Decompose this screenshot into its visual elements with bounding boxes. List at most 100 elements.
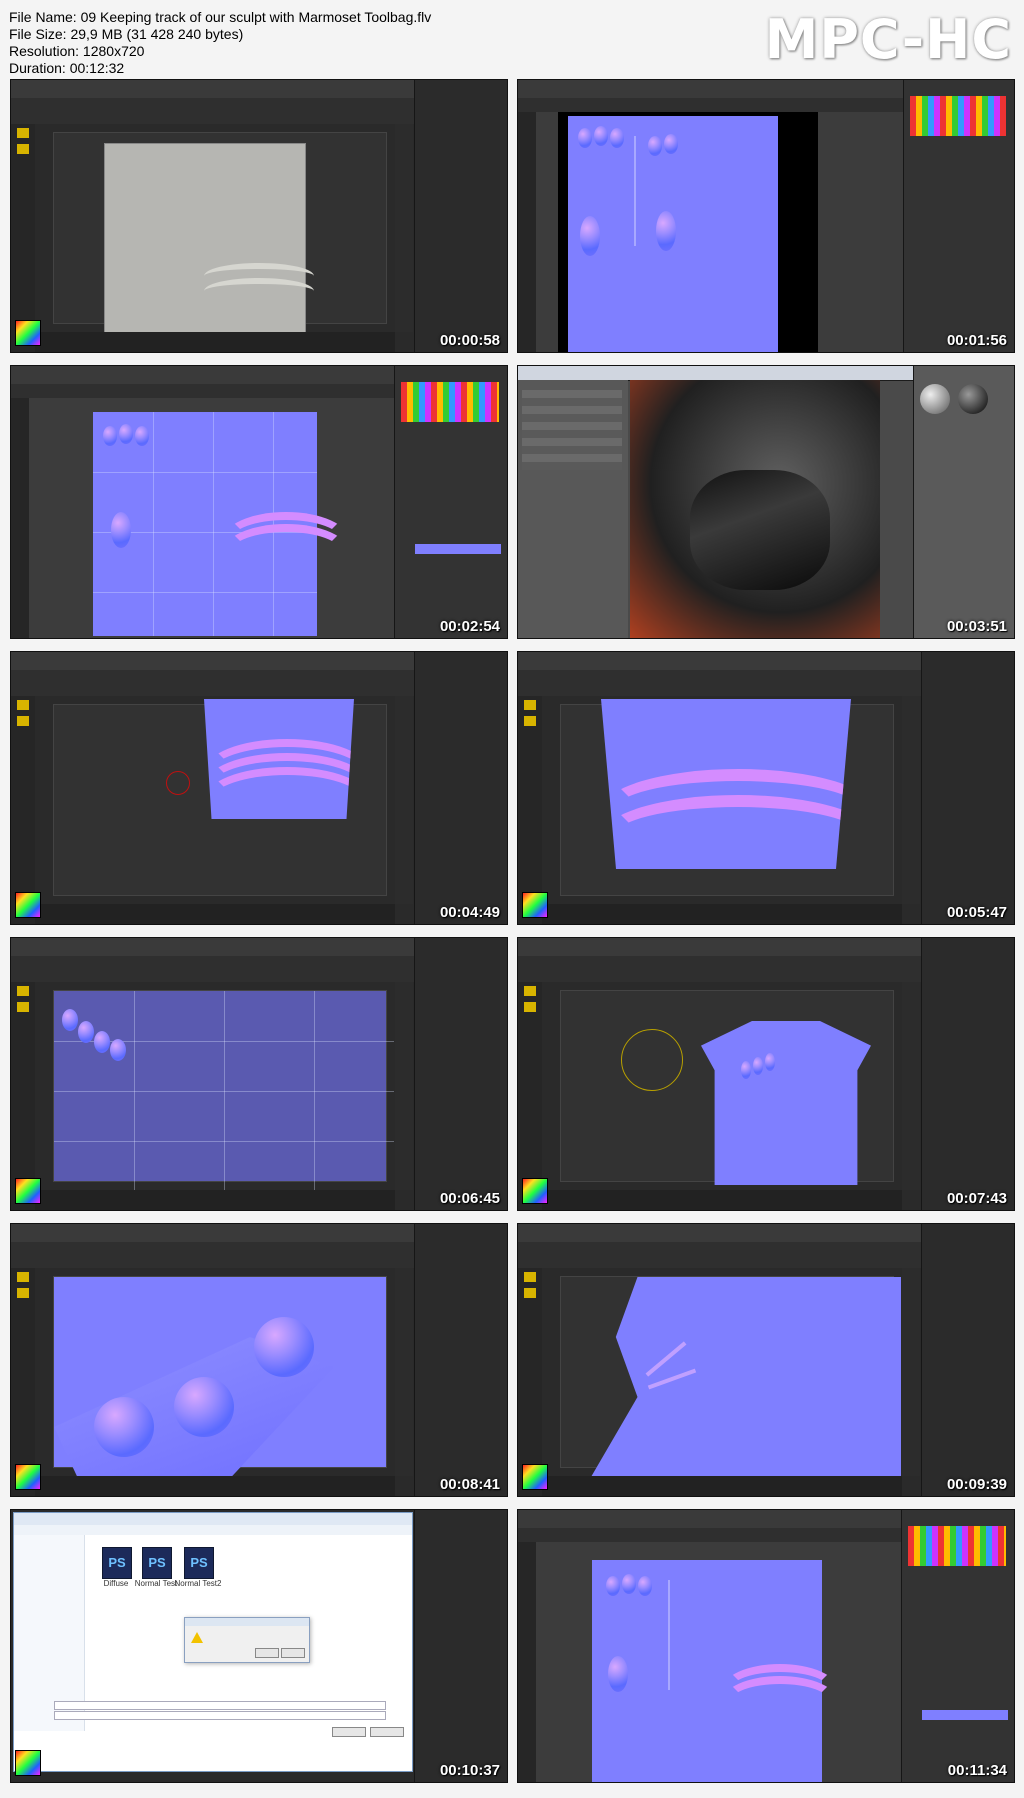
save-button[interactable]: [332, 1727, 366, 1737]
save-file-dialog: PS Diffuse PS Normal Test PS Normal Test…: [13, 1512, 413, 1772]
side-panel: [921, 1224, 1014, 1496]
brush-bar: [35, 332, 395, 352]
brush-cursor: [621, 1029, 683, 1091]
resolution: Resolution: 1280x720: [9, 43, 145, 59]
ps-panels: [394, 366, 507, 638]
warning-icon: [191, 1632, 203, 1643]
left-toolbar: [518, 112, 536, 352]
brush-bar: [542, 1476, 902, 1496]
timestamp: 00:03:51: [946, 618, 1007, 635]
scene-panel: [518, 380, 628, 638]
thumbnail-7[interactable]: 00:06:45: [10, 937, 508, 1211]
psd-file-icon[interactable]: PS: [102, 1547, 132, 1579]
viewport: [53, 990, 394, 1191]
side-panel: [414, 938, 507, 1210]
timestamp: 00:00:58: [439, 332, 500, 349]
document-canvas: [558, 112, 818, 352]
viewport: [53, 132, 387, 345]
timestamp: 00:06:45: [439, 1190, 500, 1207]
normal-map: [701, 1021, 871, 1185]
color-swatch: [522, 1178, 548, 1204]
file-name: File Name: 09 Keeping track of our sculp…: [9, 9, 432, 25]
side-panel: [921, 938, 1014, 1210]
side-panel: [921, 652, 1014, 924]
timestamp: 00:08:41: [439, 1476, 500, 1493]
thumbnail-6[interactable]: 00:05:47: [517, 651, 1015, 925]
thumbnail-12[interactable]: 00:11:34: [517, 1509, 1015, 1783]
left-toolbar: [11, 124, 35, 352]
color-swatch: [15, 1750, 41, 1776]
brush-bar: [35, 1190, 395, 1210]
thumbnail-10[interactable]: 00:09:39: [517, 1223, 1015, 1497]
thumbnail-4[interactable]: 00:03:51: [517, 365, 1015, 639]
normal-map: [591, 1277, 901, 1477]
thumbnail-11[interactable]: PS Diffuse PS Normal Test PS Normal Test…: [10, 1509, 508, 1783]
psd-file-icon[interactable]: PS: [184, 1547, 214, 1579]
normal-map: [592, 1560, 838, 1782]
timestamp: 00:07:43: [946, 1190, 1007, 1207]
side-panel: [414, 652, 507, 924]
timestamp: 00:01:56: [946, 332, 1007, 349]
3d-viewport: [630, 380, 880, 638]
yes-button[interactable]: [255, 1648, 279, 1658]
viewport: [560, 1276, 901, 1477]
material-panel: [913, 366, 1014, 638]
color-swatch: [15, 1178, 41, 1204]
left-toolbar: [11, 696, 35, 924]
side-panel: [414, 1510, 507, 1782]
color-swatch: [15, 320, 41, 346]
normal-map: [93, 412, 349, 636]
duration: Duration: 00:12:32: [9, 60, 125, 76]
brush-bar: [542, 904, 902, 924]
thumbnail-1[interactable]: 00:00:58: [10, 79, 508, 353]
brush-bar: [542, 1190, 902, 1210]
file-info-header: File Name: 09 Keeping track of our sculp…: [9, 9, 431, 77]
brush-bar: [35, 1476, 395, 1496]
color-swatch: [522, 892, 548, 918]
thumbnail-8[interactable]: 00:07:43: [517, 937, 1015, 1211]
file-type-select[interactable]: [54, 1711, 386, 1720]
brush-bar: [35, 904, 395, 924]
thumbnail-9[interactable]: 00:08:41: [10, 1223, 508, 1497]
viewport: [53, 1276, 387, 1487]
file-size: File Size: 29,9 MB (31 428 240 bytes): [9, 26, 244, 42]
timestamp: 00:10:37: [439, 1762, 500, 1779]
viewport: [53, 699, 387, 896]
timestamp: 00:09:39: [946, 1476, 1007, 1493]
psd-file-icon[interactable]: PS: [142, 1547, 172, 1579]
left-toolbar: [518, 1268, 542, 1496]
timestamp: 00:04:49: [439, 904, 500, 921]
ps-panels: [903, 80, 1014, 352]
side-panel: [414, 1224, 507, 1496]
thumbnail-grid: 00:00:58 00:01:56 00:02:54 00:03:51 00:0…: [10, 79, 1015, 1789]
normal-map: [204, 699, 354, 819]
ps-panels: [901, 1510, 1014, 1782]
side-panel: [414, 80, 507, 352]
thumbnail-3[interactable]: 00:02:54: [10, 365, 508, 639]
dialog-toolbar: [14, 1525, 412, 1535]
viewport: [560, 699, 894, 896]
normal-map: [568, 116, 778, 352]
timestamp: 00:02:54: [439, 618, 500, 635]
normal-map: [601, 699, 851, 869]
timestamp: 00:05:47: [946, 904, 1007, 921]
left-toolbar: [11, 1268, 35, 1496]
color-swatch: [15, 892, 41, 918]
left-toolbar: [518, 696, 542, 924]
left-toolbar: [11, 398, 29, 638]
timestamp: 00:11:34: [947, 1762, 1007, 1779]
file-label-normal-test2: Normal Test2: [174, 1579, 222, 1588]
left-toolbar: [11, 982, 35, 1210]
left-toolbar: [518, 982, 542, 1210]
color-swatch: [15, 1464, 41, 1490]
thumbnail-2[interactable]: 00:01:56: [517, 79, 1015, 353]
viewport: [560, 990, 894, 1185]
color-swatch: [522, 1464, 548, 1490]
cancel-button[interactable]: [370, 1727, 404, 1737]
mpc-hc-logo: MPC-HC: [764, 8, 1012, 71]
confirm-save-dialog: [184, 1617, 310, 1663]
no-button[interactable]: [281, 1648, 305, 1658]
file-name-field[interactable]: [54, 1701, 386, 1710]
clay-texture: [104, 143, 306, 345]
thumbnail-5[interactable]: 00:04:49: [10, 651, 508, 925]
